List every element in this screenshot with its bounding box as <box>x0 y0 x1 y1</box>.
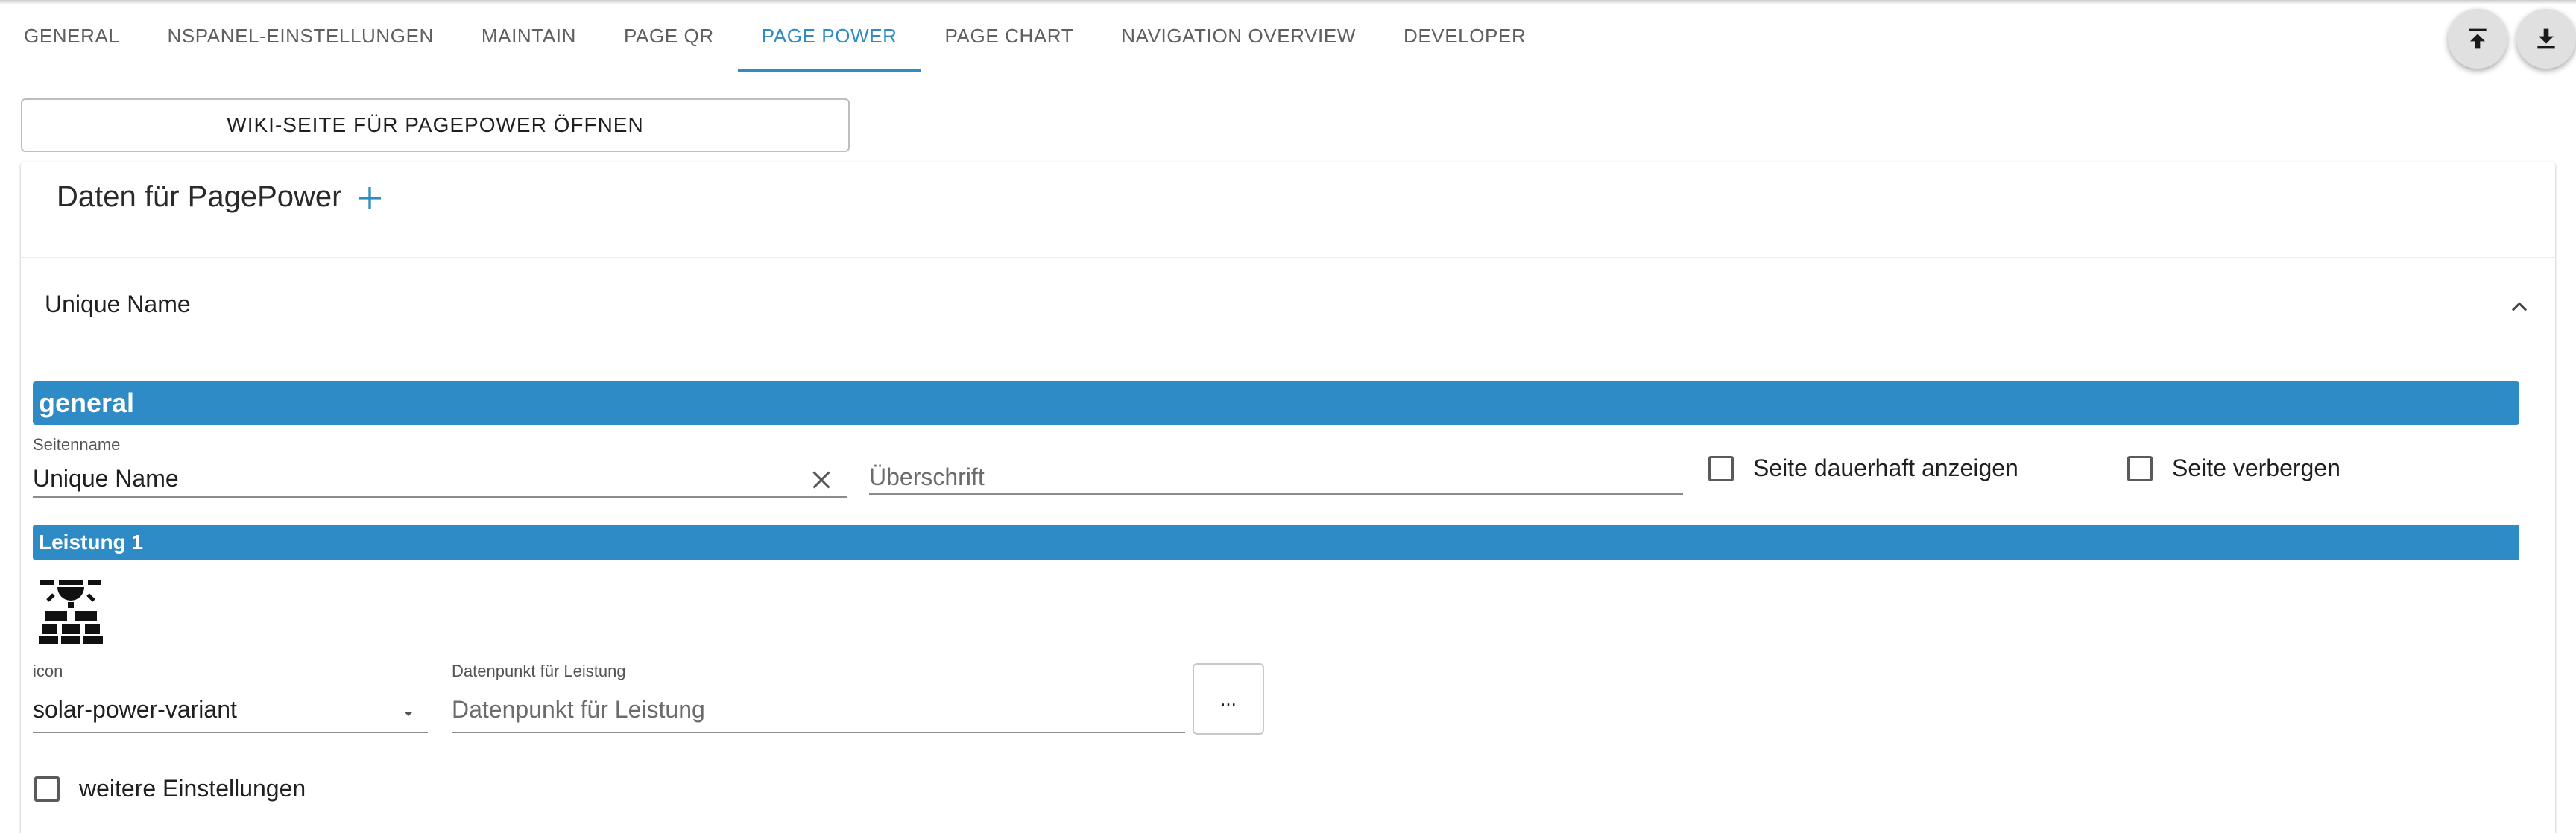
checkbox-box[interactable] <box>34 776 60 802</box>
tab-page-qr[interactable]: Page QR <box>600 0 738 72</box>
datapoint-placeholder: Datenpunkt für Leistung <box>452 696 705 723</box>
headline-placeholder: Überschrift <box>869 463 985 490</box>
card-title: Daten für PagePower <box>57 180 342 213</box>
show-permanent-checkbox[interactable]: Seite dauerhaft anzeigen <box>1708 454 2018 482</box>
upload-button[interactable] <box>2448 9 2507 69</box>
caret-down-icon[interactable] <box>400 705 417 723</box>
icon-select-label: icon <box>33 662 63 680</box>
headline-field[interactable]: Überschrift <box>869 435 1683 495</box>
tab-page-power[interactable]: Page Power <box>737 0 921 72</box>
accordion-title: Unique Name <box>45 291 191 317</box>
tab-maintain[interactable]: Maintain <box>458 0 600 72</box>
download-icon <box>2537 28 2555 49</box>
tab-bar: General NSPanel-Einstellungen Maintain P… <box>0 0 1550 72</box>
tab-general[interactable]: General <box>0 0 143 72</box>
chevron-up-icon[interactable] <box>2506 294 2533 320</box>
checkbox-box[interactable] <box>2127 455 2153 481</box>
datapoint-label: Datenpunkt für Leistung <box>452 662 626 680</box>
headline-underline <box>869 493 1683 495</box>
hide-page-label: Seite verbergen <box>2172 454 2340 481</box>
icon-select-underline <box>33 732 428 733</box>
card-header: Daten für PagePower <box>21 162 2555 258</box>
browse-datapoint-button[interactable]: ... <box>1193 663 1264 735</box>
accordion-unique-name[interactable]: Unique Name <box>21 258 2555 355</box>
tab-developer[interactable]: Developer <box>1380 0 1550 72</box>
upload-icon <box>2469 28 2487 49</box>
section-leistung-heading: Leistung 1 <box>33 525 2519 560</box>
page-name-field[interactable]: Seitenname Unique Name <box>33 435 847 498</box>
more-settings-checkbox[interactable]: weitere Einstellungen <box>34 775 306 802</box>
download-button[interactable] <box>2516 9 2576 69</box>
pagepower-card: Daten für PagePower Unique Name general … <box>21 162 2555 833</box>
plus-icon[interactable] <box>355 183 385 213</box>
tab-navigation-overview[interactable]: Navigation Overview <box>1097 0 1380 72</box>
tab-page-chart[interactable]: Page Chart <box>921 0 1098 72</box>
clear-icon[interactable] <box>808 466 835 493</box>
checkbox-box[interactable] <box>1708 455 1734 481</box>
hide-page-checkbox[interactable]: Seite verbergen <box>2127 454 2340 482</box>
page-name-value: Unique Name <box>33 465 179 492</box>
datapoint-field[interactable]: Datenpunkt für Leistung Datenpunkt für L… <box>452 662 1185 733</box>
icon-select[interactable]: icon solar-power-variant <box>33 662 428 733</box>
datapoint-underline <box>452 732 1185 733</box>
section-general-heading: general <box>33 381 2519 425</box>
page-name-label: Seitenname <box>33 435 121 454</box>
more-settings-label: weitere Einstellungen <box>79 775 306 802</box>
icon-select-value: solar-power-variant <box>33 696 237 723</box>
show-permanent-label: Seite dauerhaft anzeigen <box>1753 454 2018 481</box>
page-name-underline <box>33 496 847 498</box>
wiki-page-button[interactable]: WIKI-SEITE FÜR PAGEPOWER ÖFFNEN <box>21 98 850 152</box>
solar-power-variant-icon <box>39 580 103 644</box>
tab-nspanel-einstellungen[interactable]: NSPanel-Einstellungen <box>143 0 457 72</box>
